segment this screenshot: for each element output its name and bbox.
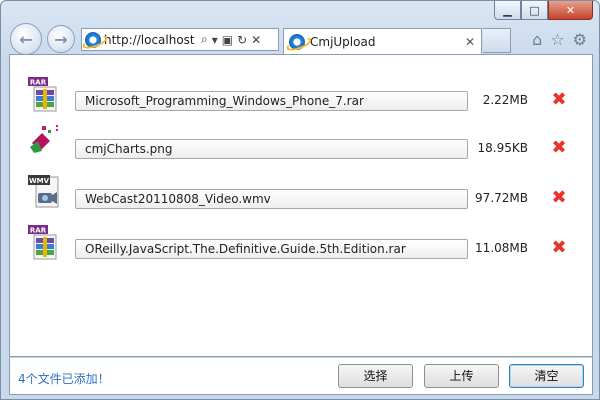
delete-icon[interactable]: ✖: [550, 239, 568, 257]
address-tools: ⌕ ▾ ▣ ↻ ✕: [201, 32, 261, 47]
delete-icon[interactable]: ✖: [550, 139, 568, 157]
ie-tab-icon: e: [289, 33, 305, 50]
file-size: 2.22MB: [482, 93, 528, 107]
ie-page-icon: e: [85, 31, 101, 48]
delete-icon[interactable]: ✖: [550, 189, 568, 207]
maximize-button[interactable]: □: [521, 1, 548, 20]
wmv-video-icon: WMV: [28, 175, 59, 208]
svg-text:RAR: RAR: [30, 227, 47, 235]
file-row: RAR Microsoft_Programming_Windows_Phone_…: [10, 73, 594, 119]
forward-button[interactable]: →: [47, 25, 75, 53]
clear-button[interactable]: 清空: [509, 364, 584, 388]
caption-buttons: ▁ □ ✕: [494, 1, 593, 20]
svg-text:WMV: WMV: [29, 177, 50, 185]
browser-window: ▁ □ ✕ ← → e http://localhost: ⌕ ▾ ▣ ↻ ✕ …: [0, 0, 600, 400]
file-row: WMV WebCast20110808_Video.wmv 97.72MB ✖: [10, 171, 594, 217]
rar-archive-icon: RAR: [28, 77, 57, 112]
tab-title: CmjUpload: [310, 34, 376, 49]
svg-text:RAR: RAR: [30, 79, 47, 87]
back-button[interactable]: ←: [10, 23, 42, 55]
minimize-button[interactable]: ▁: [494, 1, 521, 20]
tab-close-icon[interactable]: ✕: [465, 35, 475, 49]
address-bar[interactable]: e http://localhost: ⌕ ▾ ▣ ↻ ✕: [81, 28, 279, 51]
stop-icon[interactable]: ✕: [251, 33, 261, 47]
file-row: cmjCharts.png 18.95KB ✖: [10, 121, 594, 167]
file-name-field: WebCast20110808_Video.wmv: [75, 189, 468, 209]
tab-cmjupload[interactable]: e CmjUpload ✕: [283, 28, 482, 54]
file-size: 11.08MB: [475, 241, 528, 255]
forward-arrow-icon: →: [54, 29, 68, 49]
refresh-icon[interactable]: ↻: [237, 33, 247, 47]
upload-status-bar: 4个文件已添加！ 选择 上传 清空: [9, 357, 593, 395]
gear-icon[interactable]: ⚙: [573, 30, 587, 49]
new-tab-button[interactable]: [483, 28, 511, 53]
browser-toolbar: ⌂ ☆ ⚙: [532, 30, 587, 49]
compatibility-view-icon[interactable]: ▣: [222, 33, 233, 47]
file-name-field: OReilly.JavaScript.The.Definitive.Guide.…: [75, 239, 468, 259]
address-url[interactable]: http://localhost:: [104, 33, 196, 47]
delete-icon[interactable]: ✖: [550, 91, 568, 109]
file-row: RAR OReilly.JavaScript.The.Definitive.Gu…: [10, 221, 594, 267]
upload-file-list: RAR Microsoft_Programming_Windows_Phone_…: [9, 54, 593, 357]
file-name-field: cmjCharts.png: [75, 139, 468, 159]
file-size: 97.72MB: [475, 191, 528, 205]
search-icon[interactable]: ⌕: [201, 32, 208, 47]
upload-button[interactable]: 上传: [424, 364, 499, 388]
select-button[interactable]: 选择: [338, 364, 413, 388]
file-name-field: Microsoft_Programming_Windows_Phone_7.ra…: [75, 91, 468, 111]
home-icon[interactable]: ⌂: [532, 30, 542, 49]
back-arrow-icon: ←: [19, 29, 33, 49]
dropdown-icon[interactable]: ▾: [212, 33, 218, 47]
rar-archive-icon: RAR: [28, 225, 57, 260]
png-image-icon: [30, 125, 58, 153]
favorites-star-icon[interactable]: ☆: [550, 30, 564, 49]
close-button[interactable]: ✕: [548, 1, 593, 20]
file-size: 18.95KB: [477, 141, 528, 155]
status-message: 4个文件已添加！: [18, 372, 110, 386]
